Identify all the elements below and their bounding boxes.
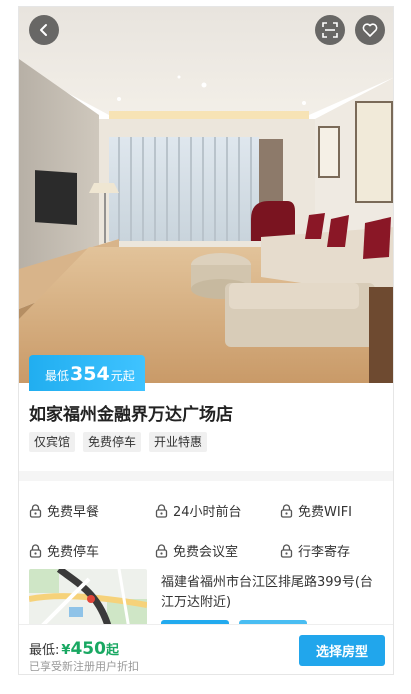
section-divider: [19, 471, 393, 481]
min-price: 最低: ¥ 450 起: [29, 639, 119, 659]
price-suffix: 元起: [110, 369, 135, 383]
min-price-value: 450: [70, 639, 106, 659]
facility-item: 免费早餐: [29, 501, 99, 520]
lock-icon: [29, 503, 42, 518]
lock-icon: [29, 543, 42, 558]
min-price-label: 最低:: [29, 643, 60, 658]
lock-icon: [155, 503, 168, 518]
tag-free-parking: 免费停车: [83, 432, 142, 452]
select-room-button[interactable]: 选择房型: [299, 635, 385, 666]
hotel-tags: 仅宾馆 免费停车 开业特惠: [29, 432, 208, 452]
hotel-photo[interactable]: [19, 7, 393, 383]
facility-label: 24小时前台: [173, 505, 242, 520]
facility-label: 免费WIFI: [298, 505, 352, 520]
lock-icon: [155, 543, 168, 558]
facility-item: 24小时前台: [155, 501, 242, 520]
tag-hotel-only: 仅宾馆: [29, 432, 76, 452]
facility-item: 免费WIFI: [280, 501, 352, 520]
bottom-booking-bar: 最低: ¥ 450 起 已享受新注册用户折扣 选择房型: [19, 624, 393, 674]
scan-icon: [322, 22, 338, 38]
facility-label: 行李寄存: [298, 545, 351, 560]
hotel-card: 最低 354 元起 如家福州金融界万达广场店 仅宾馆 免费停车 开业特惠 免费早…: [18, 6, 394, 675]
facility-item: 免费停车: [29, 541, 99, 560]
facility-label: 免费早餐: [47, 505, 100, 520]
min-price-suffix: 起: [105, 643, 119, 658]
discount-note: 已享受新注册用户折扣: [29, 660, 139, 673]
map-thumbnail[interactable]: [29, 569, 147, 629]
facility-label: 免费会议室: [173, 545, 239, 560]
facility-item: 免费会议室: [155, 541, 238, 560]
back-button[interactable]: [29, 15, 59, 45]
price-value: 354: [70, 363, 110, 385]
lock-icon: [280, 543, 293, 558]
lock-icon: [280, 503, 293, 518]
tag-opening-offer: 开业特惠: [149, 432, 208, 452]
hotel-name: 如家福州金融界万达广场店: [29, 405, 233, 425]
hotel-address[interactable]: 福建省福州市台江区排尾路399号(台江万达附近): [161, 573, 383, 613]
favorite-button[interactable]: [355, 15, 385, 45]
price-prefix: 最低: [45, 369, 70, 383]
facility-item: 行李寄存: [280, 541, 350, 560]
scan-button[interactable]: [315, 15, 345, 45]
heart-icon: [362, 23, 378, 37]
currency-symbol: ¥: [61, 643, 71, 658]
lowest-price-badge: 最低 354 元起: [29, 355, 145, 391]
chevron-left-icon: [40, 24, 47, 36]
facility-label: 免费停车: [47, 545, 100, 560]
